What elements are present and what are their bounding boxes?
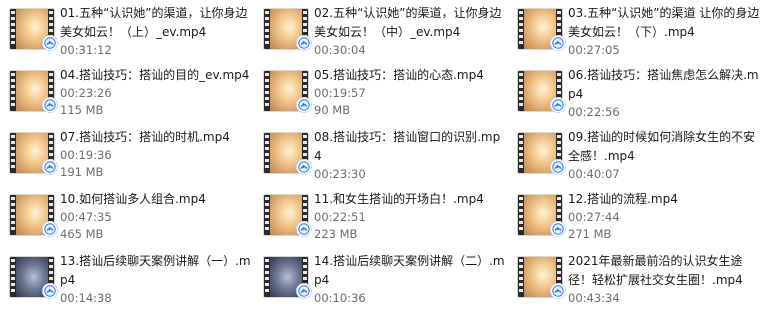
file-size: 223 MB	[314, 227, 358, 241]
file-meta: 08.搭讪技巧：搭讪窗口的识别.mp4 00:23:30	[314, 128, 506, 183]
media-player-badge-icon	[297, 36, 311, 50]
file-duration: 00:22:56	[568, 105, 620, 119]
file-duration: 00:23:26	[60, 86, 112, 100]
media-player-badge-icon	[551, 36, 565, 50]
file-item[interactable]: 01.五种“认识她”的渠道，让你身边美女如云！（上）_ev.mp4 00:31:1…	[3, 4, 253, 64]
file-meta: 09.搭讪的时候如何消除女生的不安全感！.mp4 00:40:07	[568, 128, 760, 183]
media-player-badge-icon	[43, 36, 57, 50]
file-duration: 00:19:57	[314, 86, 366, 100]
file-duration: 00:40:07	[568, 167, 620, 181]
file-name: 02.五种“认识她”的渠道，让你身边美女如云！（中）_ev.mp4	[314, 6, 502, 39]
media-player-badge-icon	[43, 222, 57, 236]
file-meta: 14.搭讪后续聊天案例讲解（二）.mp4 00:10:36	[314, 252, 506, 307]
file-meta: 04.搭讪技巧：搭讪的目的_ev.mp4 00:23:26 115 MB	[60, 66, 252, 119]
media-player-badge-icon	[551, 160, 565, 174]
file-size: 191 MB	[60, 165, 104, 179]
file-item[interactable]: 12.搭讪的流程.mp4 00:27:44 271 MB	[511, 190, 761, 250]
file-item[interactable]: 10.如何搭讪多人组合.mp4 00:47:35 465 MB	[3, 190, 253, 250]
file-name: 11.和女生搭讪的开场白！.mp4	[314, 192, 484, 206]
file-item[interactable]: 06.搭讪技巧：搭讪焦虑怎么解决.mp4 00:22:56	[511, 66, 761, 126]
media-player-badge-icon	[43, 98, 57, 112]
file-name: 12.搭讪的流程.mp4	[568, 192, 678, 206]
file-item[interactable]: 04.搭讪技巧：搭讪的目的_ev.mp4 00:23:26 115 MB	[3, 66, 253, 126]
file-meta: 11.和女生搭讪的开场白！.mp4 00:22:51 223 MB	[314, 190, 506, 243]
file-grid: 01.五种“认识她”的渠道，让你身边美女如云！（上）_ev.mp4 00:31:1…	[0, 0, 778, 328]
file-duration: 00:27:44	[568, 210, 620, 224]
file-meta: 2021年最新最前沿的认识女生途径！轻松扩展社交女生圈！.mp4 00:43:34	[568, 252, 760, 307]
file-name: 07.搭讪技巧：搭讪的时机.mp4	[60, 130, 230, 144]
media-player-badge-icon	[297, 284, 311, 298]
file-item[interactable]: 13.搭讪后续聊天案例讲解（一）.mp4 00:14:38	[3, 252, 253, 312]
file-item[interactable]: 11.和女生搭讪的开场白！.mp4 00:22:51 223 MB	[257, 190, 507, 250]
file-duration: 00:43:34	[568, 291, 620, 305]
media-player-badge-icon	[297, 222, 311, 236]
file-duration: 00:47:35	[60, 210, 112, 224]
media-player-badge-icon	[297, 160, 311, 174]
file-name: 14.搭讪后续聊天案例讲解（二）.mp4	[314, 254, 505, 287]
file-meta: 01.五种“认识她”的渠道，让你身边美女如云！（上）_ev.mp4 00:31:1…	[60, 4, 252, 59]
media-player-badge-icon	[551, 284, 565, 298]
file-size: 90 MB	[314, 103, 351, 117]
file-name: 09.搭讪的时候如何消除女生的不安全感！.mp4	[568, 130, 756, 163]
file-size: 115 MB	[60, 103, 104, 117]
file-meta: 05.搭讪技巧：搭讪的心态.mp4 00:19:57 90 MB	[314, 66, 506, 119]
media-player-badge-icon	[43, 160, 57, 174]
file-item[interactable]: 2021年最新最前沿的认识女生途径！轻松扩展社交女生圈！.mp4 00:43:34	[511, 252, 761, 312]
file-meta: 06.搭讪技巧：搭讪焦虑怎么解决.mp4 00:22:56	[568, 66, 760, 121]
media-player-badge-icon	[297, 98, 311, 112]
media-player-badge-icon	[551, 98, 565, 112]
file-duration: 00:23:30	[314, 167, 366, 181]
file-item[interactable]: 14.搭讪后续聊天案例讲解（二）.mp4 00:10:36	[257, 252, 507, 312]
file-duration: 00:22:51	[314, 210, 366, 224]
file-duration: 00:10:36	[314, 291, 366, 305]
file-name: 03.五种“认识她”的渠道 让你的身边美女如云！（下）.mp4	[568, 6, 760, 39]
file-size: 271 MB	[568, 227, 612, 241]
file-name: 01.五种“认识她”的渠道，让你身边美女如云！（上）_ev.mp4	[60, 6, 248, 39]
file-meta: 02.五种“认识她”的渠道，让你身边美女如云！（中）_ev.mp4 00:30:0…	[314, 4, 506, 59]
file-name: 04.搭讪技巧：搭讪的目的_ev.mp4	[60, 68, 250, 82]
file-meta: 03.五种“认识她”的渠道 让你的身边美女如云！（下）.mp4 00:27:05	[568, 4, 760, 59]
file-item[interactable]: 02.五种“认识她”的渠道，让你身边美女如云！（中）_ev.mp4 00:30:0…	[257, 4, 507, 64]
file-duration: 00:19:36	[60, 148, 112, 162]
file-name: 10.如何搭讪多人组合.mp4	[60, 192, 206, 206]
file-duration: 00:14:38	[60, 291, 112, 305]
media-player-badge-icon	[43, 284, 57, 298]
file-meta: 07.搭讪技巧：搭讪的时机.mp4 00:19:36 191 MB	[60, 128, 252, 181]
file-size: 465 MB	[60, 227, 104, 241]
file-name: 2021年最新最前沿的认识女生途径！轻松扩展社交女生圈！.mp4	[568, 254, 743, 287]
file-meta: 10.如何搭讪多人组合.mp4 00:47:35 465 MB	[60, 190, 252, 243]
file-duration: 00:31:12	[60, 43, 112, 57]
file-name: 08.搭讪技巧：搭讪窗口的识别.mp4	[314, 130, 501, 163]
file-name: 05.搭讪技巧：搭讪的心态.mp4	[314, 68, 484, 82]
media-player-badge-icon	[551, 222, 565, 236]
file-item[interactable]: 08.搭讪技巧：搭讪窗口的识别.mp4 00:23:30	[257, 128, 507, 188]
file-meta: 13.搭讪后续聊天案例讲解（一）.mp4 00:14:38	[60, 252, 252, 307]
file-duration: 00:27:05	[568, 43, 620, 57]
file-name: 06.搭讪技巧：搭讪焦虑怎么解决.mp4	[568, 68, 759, 101]
file-name: 13.搭讪后续聊天案例讲解（一）.mp4	[60, 254, 251, 287]
file-item[interactable]: 09.搭讪的时候如何消除女生的不安全感！.mp4 00:40:07	[511, 128, 761, 188]
file-item[interactable]: 03.五种“认识她”的渠道 让你的身边美女如云！（下）.mp4 00:27:05	[511, 4, 761, 64]
file-item[interactable]: 05.搭讪技巧：搭讪的心态.mp4 00:19:57 90 MB	[257, 66, 507, 126]
file-duration: 00:30:04	[314, 43, 366, 57]
file-item[interactable]: 07.搭讪技巧：搭讪的时机.mp4 00:19:36 191 MB	[3, 128, 253, 188]
file-meta: 12.搭讪的流程.mp4 00:27:44 271 MB	[568, 190, 760, 243]
